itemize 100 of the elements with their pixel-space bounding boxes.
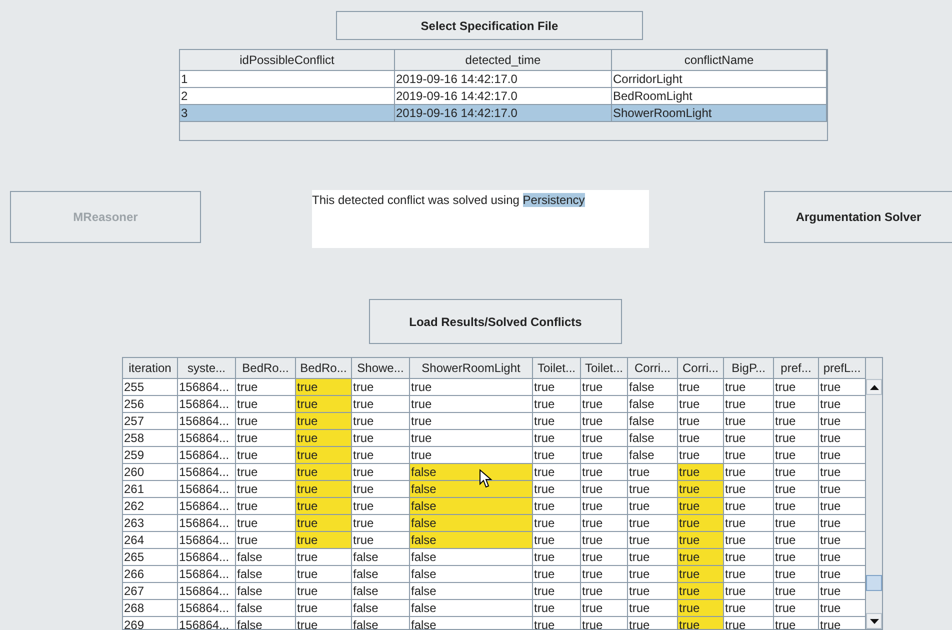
table-cell: true bbox=[581, 515, 628, 532]
table-cell: true bbox=[678, 549, 724, 566]
table-cell: true bbox=[296, 532, 352, 549]
table-cell: true bbox=[581, 583, 628, 600]
table-cell: true bbox=[678, 464, 724, 481]
table-cell: 156864... bbox=[178, 600, 236, 617]
table-cell: true bbox=[352, 413, 410, 430]
column-header[interactable]: Toilet... bbox=[533, 358, 581, 379]
table-cell: true bbox=[678, 583, 724, 600]
table-cell: true bbox=[724, 515, 774, 532]
table-cell: true bbox=[819, 532, 866, 549]
table-cell: true bbox=[533, 396, 581, 413]
table-cell: true bbox=[724, 379, 774, 396]
table-cell: 260 bbox=[123, 464, 178, 481]
column-header[interactable]: iteration bbox=[123, 358, 178, 379]
table-cell: true bbox=[581, 532, 628, 549]
table-cell: true bbox=[236, 498, 296, 515]
table-cell: true bbox=[628, 515, 678, 532]
table-cell: true bbox=[533, 498, 581, 515]
table-cell: false bbox=[236, 583, 296, 600]
table-cell: true bbox=[678, 515, 724, 532]
table-cell: true bbox=[533, 600, 581, 617]
table-cell: true bbox=[236, 481, 296, 498]
table-cell: true bbox=[819, 515, 866, 532]
table-cell: true bbox=[724, 430, 774, 447]
table-cell: false bbox=[410, 515, 533, 532]
table-cell: true bbox=[581, 396, 628, 413]
table-cell: false bbox=[352, 600, 410, 617]
table-cell: true bbox=[819, 549, 866, 566]
up-triangle-icon bbox=[870, 384, 878, 390]
scrollbar-thumb[interactable] bbox=[866, 575, 882, 591]
column-header[interactable]: detected_time bbox=[395, 50, 612, 71]
table-cell: false bbox=[410, 532, 533, 549]
table-cell: true bbox=[819, 430, 866, 447]
table-cell: 263 bbox=[123, 515, 178, 532]
table-cell: true bbox=[628, 566, 678, 583]
table-cell: true bbox=[628, 617, 678, 629]
table-cell: true bbox=[724, 396, 774, 413]
table-cell: false bbox=[410, 600, 533, 617]
column-header[interactable]: pref... bbox=[774, 358, 819, 379]
table-cell[interactable]: CorridorLight bbox=[612, 71, 827, 88]
table-cell: true bbox=[581, 464, 628, 481]
table-cell: true bbox=[352, 379, 410, 396]
table-cell: true bbox=[296, 583, 352, 600]
table-cell: true bbox=[296, 447, 352, 464]
table-cell[interactable]: ShowerRoomLight bbox=[612, 105, 827, 122]
column-header[interactable]: Showe... bbox=[352, 358, 410, 379]
table-cell: true bbox=[410, 379, 533, 396]
table-cell: true bbox=[819, 396, 866, 413]
table-cell: true bbox=[774, 600, 819, 617]
column-header[interactable]: BigP... bbox=[724, 358, 774, 379]
column-header[interactable]: BedRo... bbox=[236, 358, 296, 379]
column-header[interactable]: syste... bbox=[178, 358, 236, 379]
table-cell: false bbox=[410, 481, 533, 498]
table-cell: 268 bbox=[123, 600, 178, 617]
table-cell: true bbox=[352, 515, 410, 532]
table-cell: true bbox=[296, 549, 352, 566]
table-cell: true bbox=[533, 617, 581, 629]
table-cell: true bbox=[819, 617, 866, 629]
table-cell: 259 bbox=[123, 447, 178, 464]
select-file-button[interactable]: Select Specification File bbox=[336, 11, 643, 40]
table-cell: true bbox=[296, 464, 352, 481]
column-header[interactable]: conflictName bbox=[612, 50, 827, 71]
table-cell[interactable]: BedRoomLight bbox=[612, 88, 827, 105]
table-cell: true bbox=[352, 396, 410, 413]
table-cell: true bbox=[774, 549, 819, 566]
table-cell: 262 bbox=[123, 498, 178, 515]
table-cell[interactable]: 2 bbox=[180, 88, 395, 105]
table-cell: true bbox=[724, 498, 774, 515]
column-header[interactable]: Corri... bbox=[678, 358, 724, 379]
scroll-up-button[interactable] bbox=[866, 379, 882, 395]
column-header[interactable]: Corri... bbox=[628, 358, 678, 379]
table-cell[interactable]: 1 bbox=[180, 71, 395, 88]
table-cell: true bbox=[236, 430, 296, 447]
load-results-button[interactable]: Load Results/Solved Conflicts bbox=[369, 299, 622, 344]
table-cell: true bbox=[581, 413, 628, 430]
table-cell: 156864... bbox=[178, 464, 236, 481]
argumentation-solver-button[interactable]: Argumentation Solver bbox=[764, 191, 952, 243]
column-header[interactable]: ShowerRoomLight bbox=[410, 358, 533, 379]
table-cell: true bbox=[678, 566, 724, 583]
table-cell[interactable]: 2019-09-16 14:42:17.0 bbox=[395, 88, 612, 105]
table-cell[interactable]: 3 bbox=[180, 105, 395, 122]
table-cell: 264 bbox=[123, 532, 178, 549]
table-cell: false bbox=[236, 617, 296, 629]
table-cell: true bbox=[628, 583, 678, 600]
table-cell: true bbox=[533, 464, 581, 481]
table-cell: true bbox=[533, 430, 581, 447]
table-cell: true bbox=[724, 532, 774, 549]
down-triangle-icon bbox=[870, 618, 878, 624]
column-header[interactable]: Toilet... bbox=[581, 358, 628, 379]
table-cell: false bbox=[236, 600, 296, 617]
table-cell[interactable]: 2019-09-16 14:42:17.0 bbox=[395, 71, 612, 88]
column-header[interactable]: BedRo... bbox=[296, 358, 352, 379]
table-cell[interactable]: 2019-09-16 14:42:17.0 bbox=[395, 105, 612, 122]
table-cell: true bbox=[533, 515, 581, 532]
column-header[interactable]: idPossibleConflict bbox=[180, 50, 395, 71]
table-cell: true bbox=[533, 566, 581, 583]
table-cell: 156864... bbox=[178, 430, 236, 447]
table-cell: true bbox=[236, 396, 296, 413]
scroll-down-button[interactable] bbox=[866, 613, 882, 629]
